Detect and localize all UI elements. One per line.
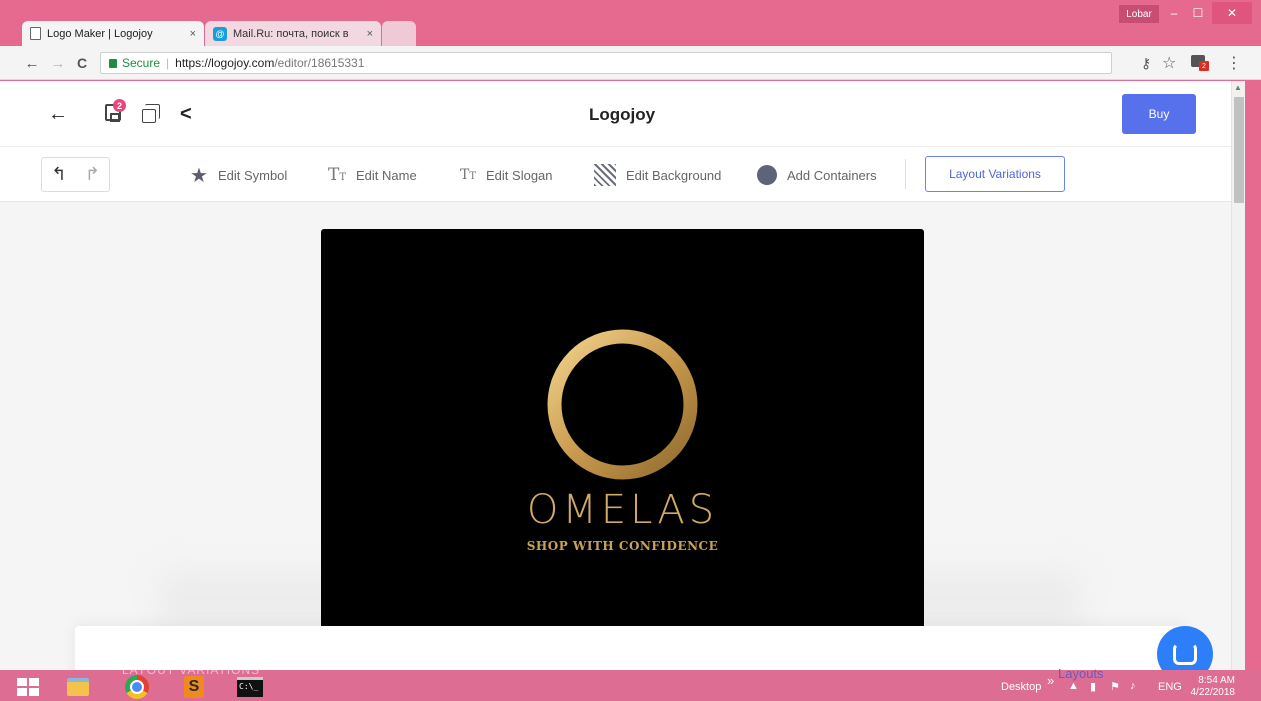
layouts-label-overlay: Layouts (1058, 666, 1104, 681)
tool-label: Add Containers (787, 167, 877, 183)
url-path: /editor/18615331 (274, 56, 365, 70)
sublime-icon: S (184, 676, 204, 698)
save-badge: 2 (113, 99, 126, 112)
language-indicator[interactable]: ENG (1158, 681, 1182, 693)
logo-slogan[interactable]: SHOP WITH CONFIDENCE (321, 539, 924, 553)
edit-background-button[interactable]: Edit Background (594, 164, 721, 186)
tab-title: Logo Maker | Logojoy (47, 27, 153, 40)
page-title: Logojoy (588, 105, 656, 124)
app-header: ← 2 < Logojoy Buy (0, 81, 1231, 147)
scroll-up-icon[interactable]: ▲ (1234, 83, 1242, 92)
lock-icon (109, 58, 117, 68)
extension-icon[interactable]: 2 (1191, 54, 1209, 72)
tab-close-icon[interactable]: × (190, 28, 196, 40)
chevron-icon[interactable]: » (1047, 673, 1054, 688)
chat-icon (1173, 643, 1197, 665)
url-host: https://logojoy.com (175, 56, 275, 70)
maximize-icon[interactable]: ☐ (1187, 2, 1209, 24)
ring-logo-icon[interactable] (545, 327, 700, 482)
tool-label: Edit Slogan (486, 167, 553, 183)
scrollbar[interactable]: ▲ (1231, 81, 1245, 670)
taskbar-file-explorer[interactable] (56, 673, 100, 701)
new-tab-button[interactable] (382, 21, 416, 46)
layout-variations-button[interactable]: Layout Variations (925, 156, 1065, 192)
chat-button[interactable] (1157, 626, 1213, 670)
window-border (1245, 81, 1261, 670)
logo-canvas[interactable]: OMELAS SHOP WITH CONFIDENCE (321, 229, 924, 639)
redo-icon[interactable]: ↱ (76, 158, 110, 191)
volume-icon[interactable]: ♪ (1130, 680, 1136, 692)
text-size-icon: TT (328, 165, 347, 185)
key-icon[interactable]: ⚷ (1141, 55, 1151, 72)
edit-symbol-button[interactable]: ★ Edit Symbol (190, 164, 288, 187)
undo-icon[interactable]: ↰ (42, 158, 76, 191)
circle-icon (757, 165, 777, 185)
tool-label: Edit Symbol (217, 167, 288, 183)
hatch-pattern-icon (594, 164, 616, 186)
extension-badge: 2 (1199, 61, 1209, 71)
page-icon (30, 27, 41, 40)
toolbar-divider (905, 159, 906, 189)
folder-icon (67, 678, 89, 696)
browser-toolbar: ← → C Secure | https://logojoy.com /edit… (0, 46, 1261, 80)
forward-arrow-icon[interactable]: → (48, 53, 68, 73)
reload-icon[interactable]: C (72, 53, 92, 73)
scroll-thumb[interactable] (1234, 97, 1244, 203)
back-arrow-icon[interactable]: ← (48, 103, 68, 126)
back-arrow-icon[interactable]: ← (22, 53, 42, 73)
add-containers-button[interactable]: Add Containers (757, 164, 877, 186)
mailru-favicon-icon: @ (213, 26, 227, 41)
buy-button[interactable]: Buy (1122, 94, 1196, 134)
edit-name-button[interactable]: TT Edit Name (328, 164, 417, 186)
editor-toolbar: ↰ ↱ ★ Edit Symbol TT Edit Name TT Edit S… (0, 147, 1231, 202)
clock[interactable]: 8:54 AM 4/22/2018 (1189, 675, 1236, 699)
flag-icon[interactable]: ⚑ (1110, 680, 1120, 693)
bookmark-star-icon[interactable]: ☆ (1162, 53, 1176, 73)
undo-redo-group: ↰ ↱ (41, 157, 110, 192)
clock-time: 8:54 AM (1198, 675, 1235, 686)
tab-logojoy[interactable]: Logo Maker | Logojoy × (22, 21, 204, 46)
chrome-icon (125, 675, 149, 699)
tab-close-icon[interactable]: × (367, 28, 373, 40)
tab-title: Mail.Ru: почта, поиск в (233, 27, 349, 40)
tab-mailru[interactable]: @ Mail.Ru: почта, поиск в × (205, 21, 381, 46)
page-viewport: ← 2 < Logojoy Buy ↰ ↱ ★ Edit Symbol TT E… (0, 81, 1261, 670)
logo-brand-name[interactable]: OMELAS (321, 487, 924, 533)
windows-start-icon[interactable] (17, 678, 39, 696)
edit-slogan-button[interactable]: TT Edit Slogan (460, 164, 553, 186)
star-icon: ★ (190, 164, 208, 187)
share-icon[interactable]: < (180, 103, 192, 126)
secure-label: Secure (122, 56, 161, 70)
duplicate-icon[interactable] (142, 104, 160, 123)
minimize-icon[interactable]: – (1163, 2, 1185, 24)
terminal-icon: C:\_ (237, 677, 263, 697)
taskbar-command-prompt[interactable]: C:\_ (228, 673, 272, 701)
desktop-toolbar-label[interactable]: Desktop (1001, 681, 1041, 693)
url-separator: | (166, 56, 170, 70)
profile-button[interactable]: Lobar (1119, 5, 1159, 23)
network-icon[interactable]: ▮ (1090, 680, 1096, 693)
window-close-icon[interactable]: ✕ (1212, 2, 1252, 24)
tool-label: Edit Name (356, 167, 417, 183)
browser-titlebar: Logo Maker | Logojoy × @ Mail.Ru: почта,… (0, 0, 1261, 46)
taskbar-sublime[interactable]: S (172, 673, 216, 701)
clock-date: 4/22/2018 (1190, 687, 1236, 698)
taskbar-chrome[interactable] (115, 673, 159, 701)
text-size-icon: TT (460, 167, 477, 183)
tray-caret-icon[interactable]: ▲ (1068, 680, 1079, 692)
browser-menu-icon[interactable]: ⋮ (1226, 53, 1242, 73)
address-bar[interactable]: Secure | https://logojoy.com /editor/186… (100, 52, 1112, 74)
tool-label: Edit Background (626, 167, 722, 183)
